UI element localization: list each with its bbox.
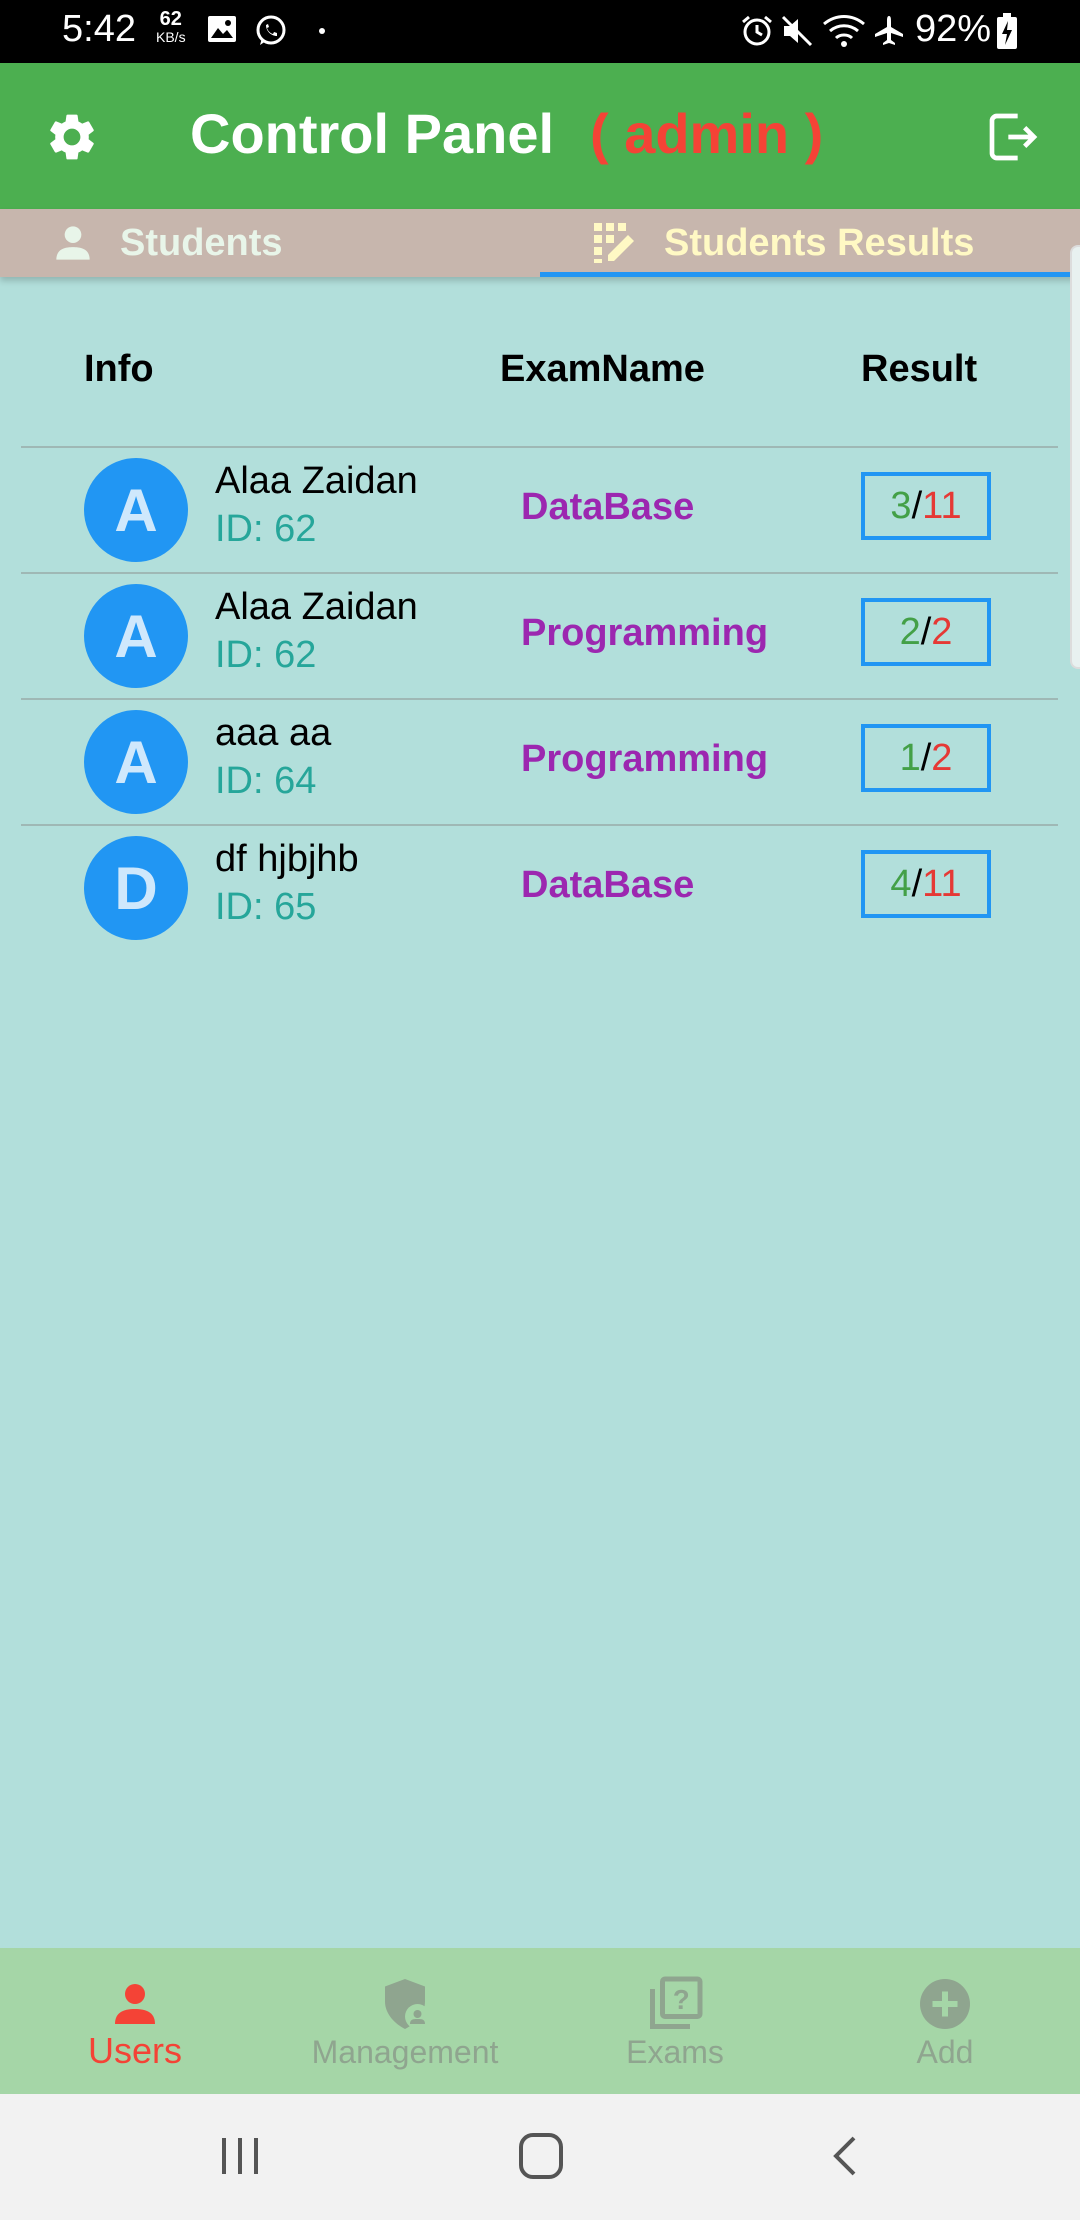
result-correct: 2 xyxy=(899,610,921,653)
tab-bar: Students Students Results xyxy=(0,209,1080,277)
student-name: Alaa Zaidan xyxy=(215,586,418,628)
tab-students-label: Students xyxy=(120,221,283,264)
nav-management[interactable]: Management xyxy=(270,1948,540,2094)
person-icon xyxy=(115,1984,155,2024)
person-icon xyxy=(56,226,90,260)
result-total: 2 xyxy=(931,610,953,653)
avatar: D xyxy=(84,836,188,940)
home-icon[interactable] xyxy=(518,2132,564,2180)
nav-exams-label: Exams xyxy=(626,2034,724,2070)
net-speed: 62 KB/s xyxy=(156,8,186,46)
system-nav-bar xyxy=(0,2094,1080,2220)
tab-students-results[interactable]: Students Results xyxy=(540,209,1080,277)
battery-percent: 92% xyxy=(915,8,992,50)
result-box: 1/2 xyxy=(861,724,991,792)
back-icon[interactable] xyxy=(830,2134,860,2178)
nav-users[interactable]: Users xyxy=(0,1948,270,2094)
student-id: ID: 62 xyxy=(215,508,317,550)
student-name: Alaa Zaidan xyxy=(215,460,418,502)
student-id: ID: 64 xyxy=(215,760,317,802)
battery-icon xyxy=(997,13,1017,49)
result-correct: 3 xyxy=(890,484,912,527)
scrollbar[interactable] xyxy=(1070,245,1080,669)
student-name: aaa aa xyxy=(215,712,332,754)
exam-name: Programming xyxy=(521,612,769,654)
nav-add-label: Add xyxy=(916,2034,974,2070)
net-speed-unit: KB/s xyxy=(156,29,186,45)
wifi-icon xyxy=(823,15,865,47)
tab-students-results-label: Students Results xyxy=(664,221,975,264)
status-bar: 5:42 62 KB/s 92% xyxy=(0,0,1080,63)
quiz-icon: ? xyxy=(650,1976,703,2029)
tab-indicator xyxy=(540,272,1080,277)
avatar: A xyxy=(84,710,188,814)
result-total: 11 xyxy=(922,862,962,905)
header-info: Info xyxy=(84,348,154,390)
result-correct: 1 xyxy=(899,736,921,779)
table-row[interactable]: A Alaa Zaidan ID: 62 DataBase 3/11 xyxy=(21,446,1058,574)
avatar: A xyxy=(84,584,188,688)
airplane-icon xyxy=(875,16,903,45)
whatsapp-icon xyxy=(256,15,286,45)
add-circle-icon xyxy=(920,1979,970,2029)
table-header: Info ExamName Result xyxy=(0,330,1080,410)
nav-exams[interactable]: ? Exams xyxy=(540,1948,810,2094)
gallery-icon xyxy=(208,16,236,42)
nav-add[interactable]: Add xyxy=(810,1948,1080,2094)
edit-grid-icon xyxy=(594,223,634,263)
svg-text:?: ? xyxy=(673,1984,690,2015)
result-box: 4/11 xyxy=(861,850,991,918)
result-separator: / xyxy=(920,610,932,653)
result-separator: / xyxy=(920,736,932,779)
result-separator: / xyxy=(911,862,923,905)
app-bar: Control Panel ( admin ) xyxy=(0,63,1080,209)
app-title: Control Panel xyxy=(190,102,555,165)
net-speed-value: 62 xyxy=(159,8,182,30)
nav-users-label: Users xyxy=(87,2030,182,2071)
result-correct: 4 xyxy=(890,862,912,905)
table-row[interactable]: A Alaa Zaidan ID: 62 Programming 2/2 xyxy=(21,572,1058,700)
student-id: ID: 62 xyxy=(215,634,317,676)
student-id: ID: 65 xyxy=(215,886,317,928)
logout-icon[interactable] xyxy=(985,109,1041,165)
nav-management-label: Management xyxy=(311,2034,499,2070)
gear-icon[interactable] xyxy=(44,109,100,165)
table-row[interactable]: D df hjbjhb ID: 65 DataBase 4/11 xyxy=(21,824,1058,952)
exam-name: DataBase xyxy=(521,486,695,528)
exam-name: Programming xyxy=(521,738,769,780)
alarm-icon xyxy=(742,15,772,46)
role-label: ( admin ) xyxy=(590,102,824,165)
header-exam-name: ExamName xyxy=(500,348,705,390)
exam-name: DataBase xyxy=(521,864,695,906)
bottom-nav: Users Management ? Exams Add xyxy=(0,1948,1080,2094)
result-total: 11 xyxy=(922,484,962,527)
result-separator: / xyxy=(911,484,923,527)
mute-icon xyxy=(781,15,813,47)
header-result: Result xyxy=(861,348,978,390)
recent-apps-icon[interactable] xyxy=(218,2134,262,2178)
tab-students[interactable]: Students xyxy=(0,209,540,277)
student-name: df hjbjhb xyxy=(215,838,359,880)
dot-icon xyxy=(319,28,325,34)
status-time: 5:42 xyxy=(62,8,136,50)
admin-shield-icon xyxy=(385,1979,430,2029)
result-box: 2/2 xyxy=(861,598,991,666)
result-box: 3/11 xyxy=(861,472,991,540)
result-total: 2 xyxy=(931,736,953,779)
table-row[interactable]: A aaa aa ID: 64 Programming 1/2 xyxy=(21,698,1058,826)
avatar: A xyxy=(84,458,188,562)
